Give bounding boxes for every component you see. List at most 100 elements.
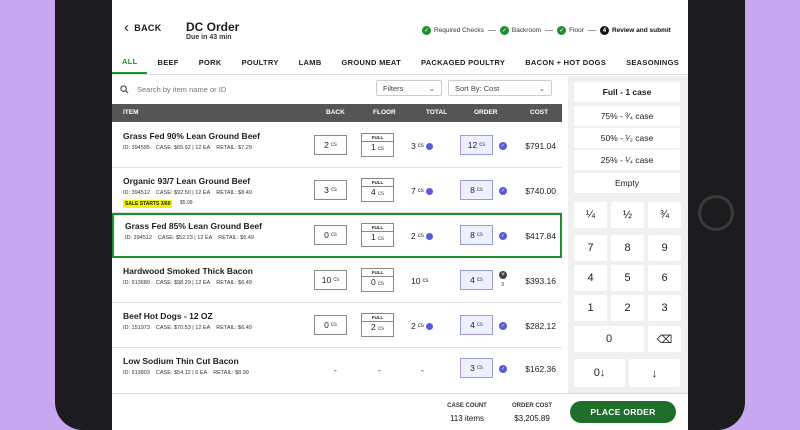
key-zero-down[interactable]: 0↓ xyxy=(574,359,625,387)
key-0[interactable]: 0 xyxy=(574,326,644,352)
order-quantity-field[interactable]: 12 cs xyxy=(460,135,493,155)
order-quantity-field[interactable]: 8 cs xyxy=(460,225,493,245)
key-5[interactable]: 5 xyxy=(611,265,644,291)
fraction-75-button[interactable]: 75% - ³⁄₄ case xyxy=(574,106,680,126)
step-review-submit[interactable]: 4 Review and submit xyxy=(599,26,671,35)
fraction-empty-button[interactable]: Empty xyxy=(574,173,680,193)
back-count-empty: - xyxy=(334,365,337,375)
key-half[interactable]: ½ xyxy=(611,202,644,228)
product-name: Grass Fed 90% Lean Ground Beef xyxy=(123,131,260,141)
total-count-empty: - xyxy=(421,365,424,375)
back-count-field[interactable]: 2 cs xyxy=(314,135,347,155)
tablet-home-button[interactable] xyxy=(698,195,734,231)
step-backroom[interactable]: ✓ Backroom xyxy=(499,26,542,35)
tab-packaged-poultry[interactable]: PACKAGED POULTRY xyxy=(411,50,515,74)
back-count-field[interactable]: 0 cs xyxy=(314,315,347,335)
chevron-left-icon: ‹ xyxy=(124,19,130,36)
key-3[interactable]: 3 xyxy=(648,295,681,321)
key-1[interactable]: 1 xyxy=(574,295,607,321)
search-icon xyxy=(120,84,129,93)
fraction-50-button[interactable]: 50% - ¹⁄₂ case xyxy=(574,128,680,148)
total-count: 7 cs xyxy=(411,186,433,196)
search-input[interactable] xyxy=(135,83,339,95)
table-row[interactable]: Beef Hot Dogs - 12 OZ ID: 151973 CASE: $7… xyxy=(112,303,562,348)
step-floor[interactable]: ✓ Floor xyxy=(557,26,584,35)
backspace-icon[interactable]: ⌫ xyxy=(648,326,681,352)
step-label: Backroom xyxy=(511,27,542,34)
floor-count-field[interactable]: FULL 2 cs xyxy=(361,313,394,337)
quantity-keypad-panel: Full - 1 case 75% - ³⁄₄ case 50% - ¹⁄₂ c… xyxy=(568,76,688,430)
step-required-checks[interactable]: ✓ Required Checks xyxy=(422,26,484,35)
floor-count-field[interactable]: FULL 0 cs xyxy=(361,268,394,292)
table-row[interactable]: Low Sodium Thin Cut Bacon ID: 913803 CASE… xyxy=(112,348,562,393)
sale-price: $5.99 xyxy=(180,200,193,206)
arrow-down-icon[interactable]: ↓ xyxy=(629,359,680,387)
floor-count-field[interactable]: FULL 1 cs xyxy=(361,133,394,157)
header-total: TOTAL xyxy=(426,109,448,116)
filters-dropdown[interactable]: Filters ⌄ xyxy=(376,80,442,96)
tab-beef[interactable]: BEEF xyxy=(147,50,188,74)
back-count-field[interactable]: 0 cs xyxy=(314,225,347,245)
line-cost: $791.04 xyxy=(525,141,556,151)
category-tabs: ALL BEEF PORK POULTRY LAMB GROUND MEAT P… xyxy=(112,50,688,75)
info-icon xyxy=(425,187,433,195)
sort-dropdown[interactable]: Sort By: Cost ⌄ xyxy=(448,80,552,96)
sort-label: Sort By: Cost xyxy=(455,83,500,93)
key-8[interactable]: 8 xyxy=(611,235,644,261)
close-icon[interactable]: × xyxy=(499,271,507,279)
product-name: Grass Fed 85% Lean Ground Beef xyxy=(125,221,262,231)
filters-label: Filters xyxy=(383,83,404,93)
key-6[interactable]: 6 xyxy=(648,265,681,291)
floor-count-field[interactable]: FULL 1 cs xyxy=(361,223,394,247)
key-7[interactable]: 7 xyxy=(574,235,607,261)
case-count-value: 113 items xyxy=(449,414,485,423)
progress-steps: ✓ Required Checks ✓ Backroom ✓ Floor 4 R… xyxy=(422,26,671,35)
table-row[interactable]: Organic 93/7 Lean Ground Beef ID: 394512… xyxy=(112,168,562,213)
line-cost: $417.84 xyxy=(525,231,556,241)
header-order: ORDER xyxy=(474,109,498,116)
tab-all[interactable]: ALL xyxy=(112,50,148,74)
header-back: BACK xyxy=(326,109,345,116)
sale-badge: SALE STARTS 3/60 xyxy=(123,200,173,208)
table-row[interactable]: Hardwood Smoked Thick Bacon ID: 913680 CA… xyxy=(112,258,562,303)
key-quarter[interactable]: ¼ xyxy=(574,202,607,228)
key-4[interactable]: 4 xyxy=(574,265,607,291)
step-connector xyxy=(487,30,496,31)
place-order-button[interactable]: PLACE ORDER xyxy=(570,401,676,423)
back-button[interactable]: ‹ BACK xyxy=(124,19,162,36)
order-quantity-field[interactable]: 8 cs xyxy=(460,180,493,200)
order-quantity-field[interactable]: 3 cs xyxy=(460,358,493,378)
header-cost: COST xyxy=(530,109,549,116)
key-9[interactable]: 9 xyxy=(648,235,681,261)
tab-pork[interactable]: PORK xyxy=(189,50,232,74)
fraction-full-button[interactable]: Full - 1 case xyxy=(574,82,680,102)
table-row-selected[interactable]: Grass Fed 85% Lean Ground Beef ID: 39451… xyxy=(112,213,562,258)
table-row[interactable]: Grass Fed 90% Lean Ground Beef ID: 39459… xyxy=(112,123,562,168)
line-cost: $740.00 xyxy=(525,186,556,196)
product-name: Low Sodium Thin Cut Bacon xyxy=(123,356,239,366)
key-2[interactable]: 2 xyxy=(611,295,644,321)
total-count: 3 cs xyxy=(411,141,433,151)
tab-bacon-hot-dogs[interactable]: BACON + HOT DOGS xyxy=(515,50,616,74)
order-quantity-field[interactable]: 4 cs xyxy=(460,315,493,335)
info-icon xyxy=(425,322,433,330)
order-quantity-field[interactable]: 4 cs xyxy=(460,270,493,290)
tab-lamb[interactable]: LAMB xyxy=(289,50,332,74)
step-label: Floor xyxy=(569,27,584,34)
check-icon: ✓ xyxy=(499,322,507,330)
tab-poultry[interactable]: POULTRY xyxy=(232,50,289,74)
key-three-quarter[interactable]: ¾ xyxy=(648,202,681,228)
check-icon: ✓ xyxy=(499,365,507,373)
back-count-field[interactable]: 10 cs xyxy=(314,270,347,290)
search-bar xyxy=(120,82,370,96)
info-icon xyxy=(425,142,433,150)
tab-seasonings[interactable]: SEASONINGS xyxy=(616,50,688,74)
step-connector xyxy=(545,30,554,31)
product-meta: ID: 913680 CASE: $98.29 | 12 EA RETAIL: $6… xyxy=(123,280,252,286)
product-meta: ID: 394512 CASE: $52.23 | 12 EA RETAIL: $6… xyxy=(125,235,254,241)
fraction-25-button[interactable]: 25% - ¹⁄₄ case xyxy=(574,150,680,170)
back-count-field[interactable]: 3 cs xyxy=(314,180,347,200)
floor-count-field[interactable]: FULL 4 cs xyxy=(361,178,394,202)
tab-ground-meat[interactable]: GROUND MEAT xyxy=(332,50,411,74)
table-header: ITEM BACK FLOOR TOTAL ORDER COST xyxy=(112,104,562,122)
